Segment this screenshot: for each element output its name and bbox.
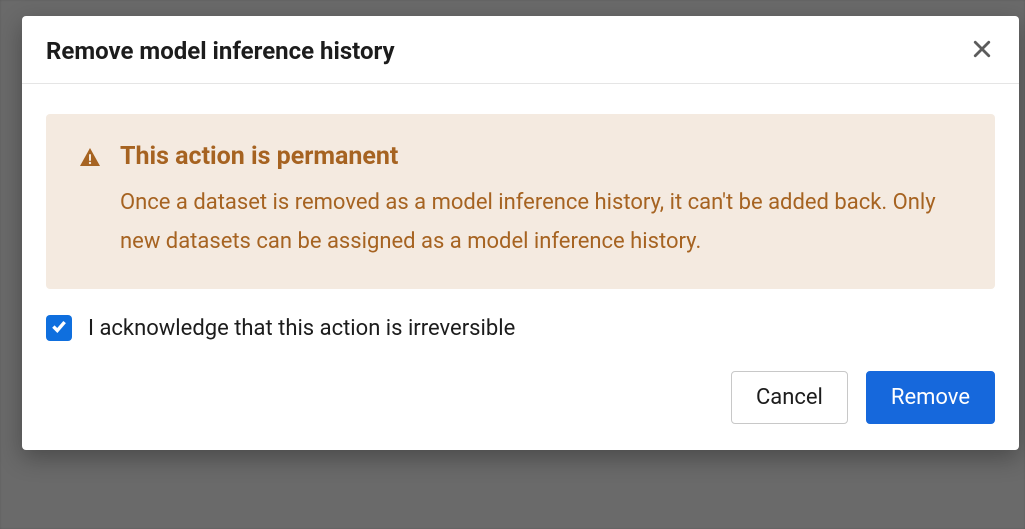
warning-text: Once a dataset is removed as a model inf…	[120, 184, 961, 261]
remove-history-dialog: Remove model inference history This acti…	[22, 16, 1019, 450]
dialog-footer: Cancel Remove	[22, 365, 1019, 450]
dialog-title: Remove model inference history	[46, 37, 395, 65]
close-icon	[973, 40, 991, 61]
cancel-button[interactable]: Cancel	[731, 371, 848, 424]
check-icon	[50, 317, 68, 339]
acknowledge-label[interactable]: I acknowledge that this action is irreve…	[88, 316, 515, 341]
warning-content: This action is permanent Once a dataset …	[120, 142, 961, 261]
acknowledge-checkbox[interactable]	[46, 315, 72, 341]
warning-icon	[78, 146, 102, 261]
warning-panel: This action is permanent Once a dataset …	[46, 114, 995, 289]
acknowledge-row: I acknowledge that this action is irreve…	[46, 315, 995, 341]
dialog-body: This action is permanent Once a dataset …	[22, 84, 1019, 365]
remove-button[interactable]: Remove	[866, 371, 995, 424]
warning-heading: This action is permanent	[120, 142, 961, 172]
dialog-header: Remove model inference history	[22, 16, 1019, 84]
close-button[interactable]	[969, 36, 995, 65]
